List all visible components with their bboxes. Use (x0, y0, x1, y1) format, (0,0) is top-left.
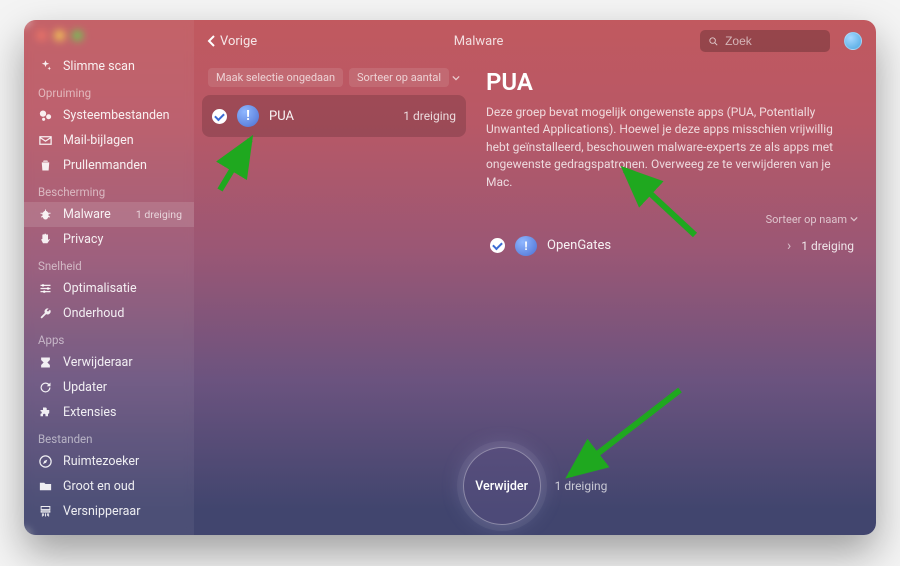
trash-icon (38, 158, 53, 173)
deselect-all-button[interactable]: Maak selectie ongedaan (208, 68, 343, 87)
sidebar-item-updater[interactable]: Updater (24, 375, 194, 400)
sidebar-item-privacy[interactable]: Privacy (24, 227, 194, 252)
search-icon (708, 35, 719, 48)
threat-name: OpenGates (547, 238, 777, 253)
bubbles-icon (38, 108, 53, 123)
top-bar: Vorige Malware (194, 20, 876, 58)
shredder-icon (38, 504, 53, 519)
chevron-left-icon (206, 34, 216, 48)
search-input[interactable] (725, 34, 822, 48)
detail-title: PUA (486, 68, 858, 96)
profile-button[interactable] (844, 32, 862, 50)
checkbox-checked-icon[interactable] (490, 238, 505, 253)
group-title: PUA (269, 109, 393, 124)
sidebar-item-label: Versnipperaar (63, 504, 182, 519)
sidebar-item-label: Systeembestanden (63, 108, 182, 123)
sidebar-group-files: Bestanden (24, 425, 194, 449)
sparkle-icon (38, 59, 53, 74)
sidebar-item-label: Privacy (63, 232, 182, 247)
threat-count: 1 dreiging (801, 239, 854, 253)
threat-row-opengates[interactable]: ! OpenGates › 1 dreiging (486, 226, 858, 266)
sidebar-item-systemfiles[interactable]: Systeembestanden (24, 103, 194, 128)
hand-icon (38, 232, 53, 247)
sidebar-item-maintenance[interactable]: Onderhoud (24, 301, 194, 326)
breadcrumb: Malware (271, 34, 686, 49)
sidebar-item-shredder[interactable]: Versnipperaar (24, 499, 194, 524)
sidebar-item-malware[interactable]: Malware 1 dreiging (24, 202, 194, 227)
chevron-down-icon (452, 74, 460, 82)
back-label: Vorige (220, 34, 257, 49)
sidebar: Slimme scan Opruiming Systeembestanden M… (24, 20, 194, 535)
sidebar-item-label: Updater (63, 380, 182, 395)
sidebar-item-trash[interactable]: Prullenmanden (24, 153, 194, 178)
group-row-pua[interactable]: ! PUA 1 dreiging (202, 95, 466, 137)
back-button[interactable]: Vorige (206, 34, 257, 49)
puzzle-icon (38, 405, 53, 420)
sidebar-item-mail[interactable]: Mail-bijlagen (24, 128, 194, 153)
sidebar-group-cleanup: Opruiming (24, 79, 194, 103)
sidebar-item-spacelens[interactable]: Ruimtezoeker (24, 449, 194, 474)
compass-icon (38, 454, 53, 469)
chevron-right-icon: › (787, 238, 791, 254)
sidebar-item-label: Verwijderaar (63, 355, 182, 370)
alert-badge-icon: ! (237, 105, 259, 127)
chevron-down-icon (850, 215, 858, 223)
detail-description: Deze groep bevat mogelijk ongewenste app… (486, 104, 836, 191)
app-window: Slimme scan Opruiming Systeembestanden M… (24, 20, 876, 535)
update-icon (38, 380, 53, 395)
sidebar-item-label: Prullenmanden (63, 158, 182, 173)
sidebar-item-label: Ruimtezoeker (63, 454, 182, 469)
bug-icon (38, 207, 53, 222)
sidebar-item-uninstaller[interactable]: Verwijderaar (24, 350, 194, 375)
main-panel: Vorige Malware Maak selectie ongedaan So… (194, 20, 876, 535)
sidebar-item-label: Groot en oud (63, 479, 182, 494)
sidebar-item-optimization[interactable]: Optimalisatie (24, 276, 194, 301)
sidebar-group-apps: Apps (24, 326, 194, 350)
sidebar-item-large-old[interactable]: Groot en oud (24, 474, 194, 499)
sort-by-count-button[interactable]: Sorteer op aantal (349, 68, 460, 87)
sidebar-item-extensions[interactable]: Extensies (24, 400, 194, 425)
wrench-icon (38, 306, 53, 321)
group-list-header: Maak selectie ongedaan Sorteer op aantal (202, 66, 466, 95)
sort-by-name-button[interactable]: Sorteer op naam (766, 213, 858, 226)
sidebar-item-label: Malware (63, 207, 126, 222)
group-count: 1 dreiging (403, 109, 456, 123)
uninstall-icon (38, 355, 53, 370)
checkbox-checked-icon[interactable] (212, 109, 227, 124)
alert-badge-icon: ! (515, 236, 537, 256)
folder-icon (38, 479, 53, 494)
search-box[interactable] (700, 30, 830, 52)
action-bar: Verwijder 1 dreiging (194, 447, 876, 525)
sidebar-item-label: Onderhoud (63, 306, 182, 321)
sidebar-item-label: Extensies (63, 405, 182, 420)
sidebar-item-label: Slimme scan (63, 59, 182, 74)
action-count: 1 dreiging (555, 479, 608, 493)
sidebar-item-label: Mail-bijlagen (63, 133, 182, 148)
remove-button[interactable]: Verwijder (463, 447, 541, 525)
sidebar-item-smart-scan[interactable]: Slimme scan (24, 54, 194, 79)
sidebar-group-speed: Snelheid (24, 252, 194, 276)
sidebar-group-protection: Bescherming (24, 178, 194, 202)
mail-icon (38, 133, 53, 148)
sliders-icon (38, 281, 53, 296)
sidebar-badge: 1 dreiging (136, 208, 182, 221)
sidebar-item-label: Optimalisatie (63, 281, 182, 296)
